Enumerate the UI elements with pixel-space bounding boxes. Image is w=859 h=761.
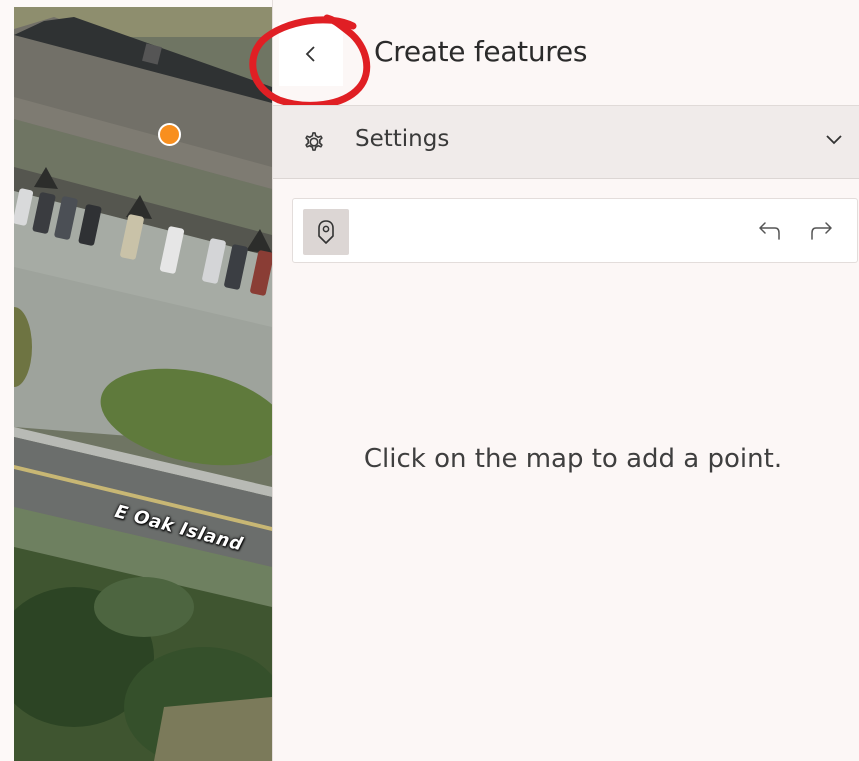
settings-row[interactable]: Settings (273, 105, 859, 179)
redo-icon (811, 222, 832, 240)
create-features-panel: Create features Settings Click on the ma… (249, 0, 859, 761)
settings-label: Settings (355, 126, 450, 152)
map-view[interactable]: E Oak Island (14, 7, 272, 761)
satellite-imagery (14, 7, 272, 761)
instruction-text: Click on the map to add a point. (363, 444, 783, 474)
map-point-feature[interactable] (158, 123, 181, 146)
chevron-down-icon (826, 135, 842, 145)
drawing-toolbar (292, 198, 858, 263)
point-tool-button[interactable] (303, 209, 349, 255)
redo-button[interactable] (804, 215, 840, 247)
map-pin-icon (318, 220, 334, 244)
undo-button[interactable] (751, 215, 787, 247)
panel-header: Create features (249, 0, 859, 109)
back-button[interactable] (279, 22, 343, 86)
undo-icon (759, 222, 780, 240)
app-screen: E Oak Island Create features Settings Cl… (0, 0, 859, 761)
chevron-left-icon (305, 46, 315, 62)
panel-title: Create features (374, 35, 588, 68)
gear-icon (305, 132, 323, 151)
